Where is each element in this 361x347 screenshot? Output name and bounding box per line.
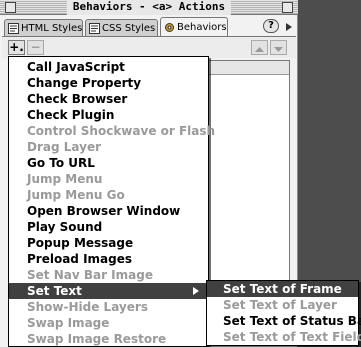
menu-item-open-browser-window[interactable]: Open Browser Window [9, 203, 208, 219]
menu-item-set-text[interactable]: Set Text [9, 283, 208, 299]
menu-item-label: Set Text [27, 284, 82, 298]
add-behavior-button[interactable]: +. [8, 40, 25, 55]
menu-item-control-shockwave: Control Shockwave or Flash [27, 124, 216, 138]
menu-item-drag-layer: Drag Layer [27, 140, 101, 154]
title-bar[interactable]: Behaviors - <a> Actions [0, 0, 298, 15]
tab-label: HTML Styles [21, 22, 83, 34]
submenu-item-set-text-of-frame[interactable]: Set Text of Frame [207, 281, 358, 297]
tab-label: Behaviors [177, 22, 227, 33]
help-button[interactable]: ? [263, 19, 279, 33]
behaviors-gear-icon [165, 23, 174, 32]
down-arrow-icon [274, 47, 283, 52]
set-text-submenu: Set Text of Frame Set Text of Layer Set … [206, 280, 361, 346]
menu-item-play-sound[interactable]: Play Sound [9, 219, 208, 235]
add-action-menu: Call JavaScript Change Property Check Br… [8, 56, 216, 347]
menu-item-show-hide-layers: Show-Hide Layers [27, 300, 148, 314]
menu-item-call-javascript[interactable]: Call JavaScript [9, 59, 208, 75]
tab-css-styles[interactable]: CSS Styles [85, 19, 158, 36]
zoom-box-button[interactable] [282, 2, 293, 13]
css-styles-icon [89, 22, 100, 34]
move-down-button[interactable] [270, 40, 287, 55]
submenu-item-set-text-of-status-bar[interactable]: Set Text of Status Bar [207, 313, 361, 329]
menu-item-check-browser[interactable]: Check Browser [9, 91, 208, 107]
close-box-button[interactable] [5, 2, 16, 13]
panel-tabs: HTML Styles CSS Styles Behaviors ? [2, 17, 296, 37]
menu-item-jump-menu-go: Jump Menu Go [27, 188, 125, 202]
tab-label: CSS Styles [102, 22, 156, 34]
menu-item-jump-menu: Jump Menu [27, 172, 103, 186]
window-title: Behaviors - <a> Actions [66, 0, 232, 15]
submenu-arrow-icon [193, 287, 199, 295]
submenu-item-set-text-of-text-field: Set Text of Text Field [223, 330, 361, 344]
menu-item-swap-image-restore: Swap Image Restore [27, 332, 167, 346]
menu-item-change-property[interactable]: Change Property [9, 75, 208, 91]
menu-item-go-to-url[interactable]: Go To URL [9, 155, 208, 171]
menu-item-preload-images[interactable]: Preload Images [9, 251, 208, 267]
panel-options-arrow-icon[interactable] [282, 21, 294, 33]
tab-html-styles[interactable]: HTML Styles [4, 19, 83, 36]
remove-behavior-button[interactable]: − [27, 40, 44, 55]
menu-item-check-plugin[interactable]: Check Plugin [9, 107, 208, 123]
html-styles-icon [8, 22, 19, 34]
submenu-item-set-text-of-layer: Set Text of Layer [223, 298, 337, 312]
up-arrow-icon [255, 47, 264, 52]
move-up-button[interactable] [251, 40, 268, 55]
menu-item-popup-message[interactable]: Popup Message [9, 235, 208, 251]
menu-item-swap-image: Swap Image [27, 316, 110, 330]
behaviors-toolbar: +. − [2, 36, 296, 58]
menu-item-set-nav-bar-image: Set Nav Bar Image [27, 268, 153, 282]
tab-behaviors[interactable]: Behaviors [160, 17, 228, 37]
